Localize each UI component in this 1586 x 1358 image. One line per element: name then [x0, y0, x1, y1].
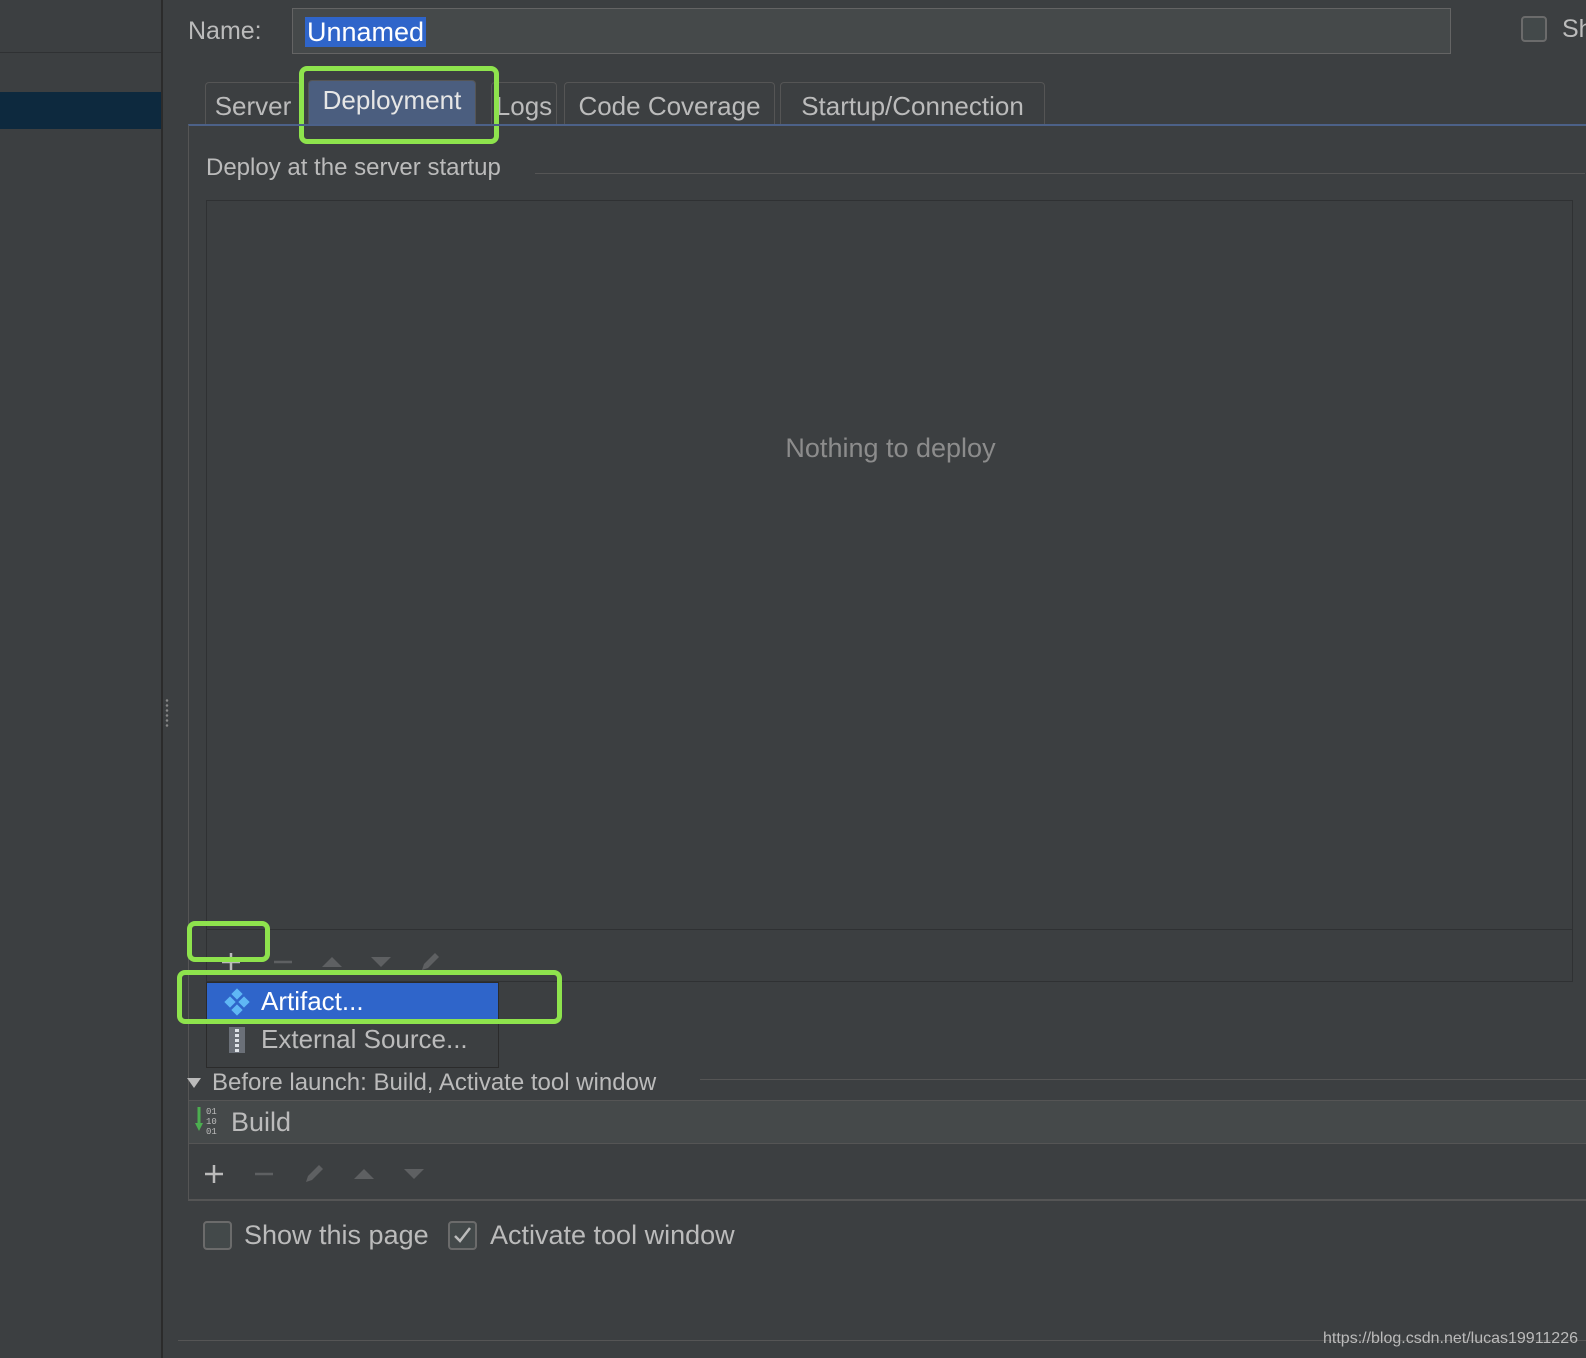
svg-text:01: 01 [206, 1107, 217, 1117]
build-icon: 01 10 01 [195, 1107, 217, 1137]
deploy-section-separator [535, 173, 1585, 174]
checkmark-icon [454, 1227, 471, 1243]
empty-list-text: Nothing to deploy [785, 433, 996, 463]
arrow-down-icon[interactable] [402, 1162, 426, 1186]
deploy-section-title: Deploy at the server startup [206, 154, 501, 181]
watermark-text: https://blog.csdn.net/lucas19911226 [1323, 1330, 1578, 1347]
activate-tool-window-checkbox[interactable] [448, 1221, 477, 1250]
sidebar-divider [0, 52, 161, 53]
minus-icon[interactable] [252, 1162, 276, 1186]
collapse-arrow-icon[interactable] [187, 1078, 201, 1088]
share-checkbox[interactable] [1521, 16, 1547, 42]
tab-logs[interactable]: Logs [491, 82, 557, 126]
splitter-handle[interactable] [164, 698, 170, 728]
before-launch-toolbar [188, 1144, 1586, 1200]
tab-code-coverage[interactable]: Code Coverage [564, 82, 775, 126]
pencil-icon[interactable] [302, 1162, 326, 1186]
archive-icon [229, 1027, 245, 1053]
svg-text:01: 01 [206, 1127, 217, 1137]
list-toolbar-divider [207, 929, 1572, 930]
task-label: Build [231, 1107, 292, 1137]
svg-text:10: 10 [206, 1117, 217, 1127]
plus-icon[interactable] [202, 1162, 226, 1186]
name-input[interactable]: Unnamed [292, 8, 1451, 54]
menu-item-label: External Source... [261, 1024, 468, 1054]
config-tree-sidebar [0, 0, 163, 1358]
menu-item-external-source[interactable]: External Source... [207, 1021, 498, 1057]
sidebar-selected-item[interactable] [0, 92, 161, 129]
name-label: Name: [188, 17, 262, 45]
show-page-label: Show this page [244, 1220, 429, 1250]
activate-tool-window-label: Activate tool window [490, 1220, 735, 1250]
tab-server[interactable]: Server [205, 82, 301, 126]
before-launch-title[interactable]: Before launch: Build, Activate tool wind… [212, 1069, 656, 1097]
highlight-add-button [187, 921, 270, 962]
before-launch-separator [700, 1079, 1586, 1080]
share-label: Sh [1562, 15, 1586, 43]
arrow-up-icon[interactable] [352, 1162, 376, 1186]
highlight-artifact-item [177, 970, 562, 1024]
tab-startup-connection[interactable]: Startup/Connection [780, 82, 1045, 126]
task-row-build[interactable]: 01 10 01 Build [188, 1100, 1586, 1144]
name-input-value[interactable]: Unnamed [305, 17, 427, 47]
show-page-checkbox[interactable] [203, 1221, 232, 1250]
deployment-list[interactable]: Nothing to deploy [206, 200, 1573, 982]
